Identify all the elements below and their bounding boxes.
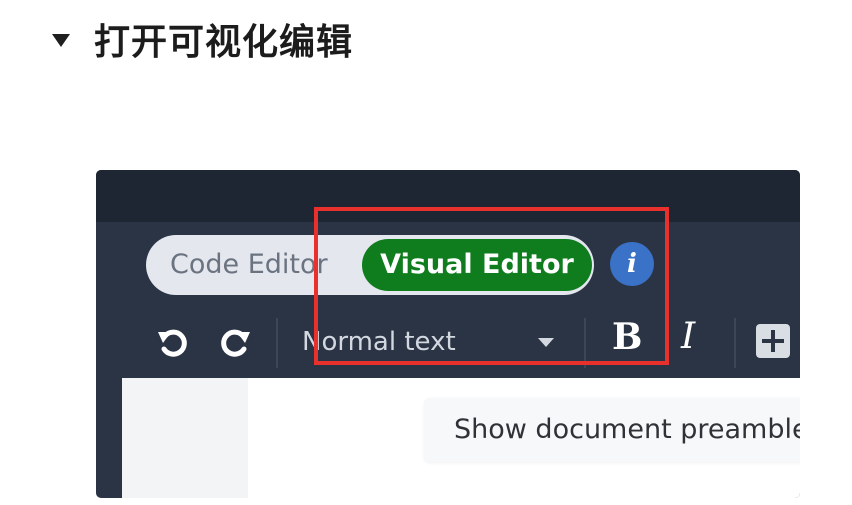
line-gutter [122,378,248,498]
code-editor-option[interactable]: Code Editor [170,235,328,295]
redo-icon[interactable] [214,322,254,362]
collapse-triangle-icon[interactable] [52,33,70,47]
section-heading: 打开可视化编辑 [52,14,353,64]
table-icon[interactable] [756,324,790,358]
heading-title: 打开可视化编辑 [94,22,354,63]
toolbar-separator [734,318,736,368]
document-area[interactable]: Show document preamble [122,378,800,498]
show-preamble-label: Show document preamble [454,414,800,445]
toolbar-separator [276,318,278,368]
show-preamble-button[interactable]: Show document preamble [424,398,800,462]
annotation-highlight-box [314,207,669,365]
undo-icon[interactable] [154,322,194,362]
italic-button[interactable]: I [681,316,695,357]
